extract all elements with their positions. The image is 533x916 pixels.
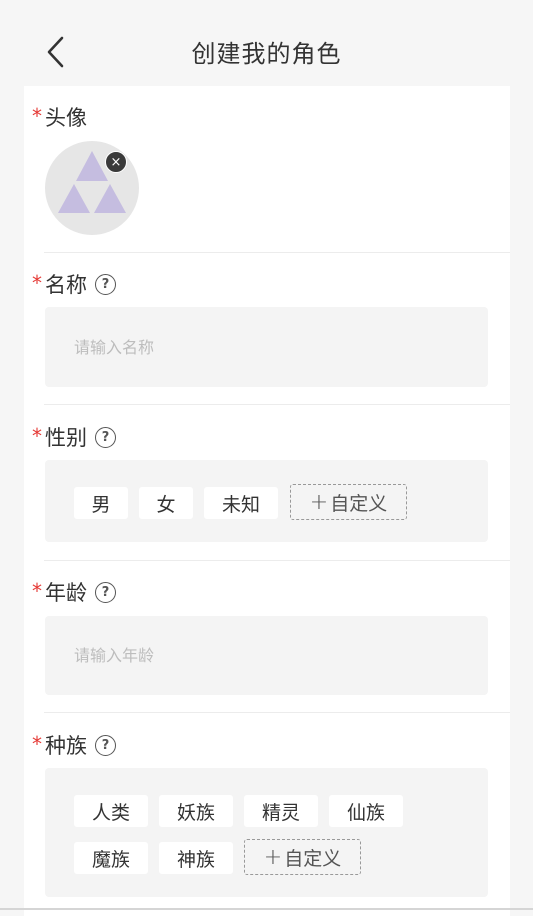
help-icon[interactable]: ? — [95, 581, 116, 603]
gender-option-unknown[interactable]: 未知 — [204, 487, 278, 519]
race-section: * 种族 ? 人类 妖族 精灵 仙族 魔族 神族 + 自定义 — [24, 713, 510, 913]
race-label-text: 种族 — [45, 734, 87, 758]
help-icon[interactable]: ? — [95, 273, 116, 295]
age-label: * 年龄 ? — [32, 578, 116, 606]
plus-icon: + — [263, 844, 283, 870]
race-option-elf[interactable]: 精灵 — [244, 795, 318, 827]
gender-options: 男 女 未知 + 自定义 — [45, 460, 488, 542]
required-mark: * — [32, 732, 42, 756]
required-mark: * — [32, 271, 42, 295]
plus-icon: + — [309, 489, 329, 515]
help-icon[interactable]: ? — [95, 426, 116, 448]
gender-option-female[interactable]: 女 — [139, 487, 193, 519]
name-label-text: 名称 — [45, 273, 87, 297]
name-label: * 名称 ? — [32, 270, 116, 298]
required-mark: * — [32, 104, 42, 128]
required-mark: * — [32, 579, 42, 603]
form-card: * 头像 × * 名称 ? * 性别 ? — [24, 86, 510, 916]
name-section: * 名称 ? — [24, 253, 510, 404]
race-option-demon-clan[interactable]: 妖族 — [159, 795, 233, 827]
gender-label-text: 性别 — [45, 426, 87, 450]
gender-section: * 性别 ? 男 女 未知 + 自定义 — [24, 405, 510, 560]
avatar-label: * 头像 — [32, 103, 87, 131]
custom-label: 自定义 — [284, 847, 342, 870]
header-bar: 创建我的角色 — [0, 0, 533, 84]
race-options: 人类 妖族 精灵 仙族 魔族 神族 + 自定义 — [45, 768, 488, 897]
page-title: 创建我的角色 — [191, 40, 342, 68]
age-input[interactable] — [45, 616, 488, 695]
name-input[interactable] — [45, 307, 488, 387]
close-icon: × — [110, 154, 122, 170]
race-option-immortal[interactable]: 仙族 — [329, 795, 403, 827]
custom-label: 自定义 — [330, 492, 388, 515]
race-option-human[interactable]: 人类 — [74, 795, 148, 827]
avatar-remove-button[interactable]: × — [105, 151, 127, 173]
avatar-label-text: 头像 — [45, 106, 87, 130]
age-section: * 年龄 ? — [24, 561, 510, 712]
gender-option-male[interactable]: 男 — [74, 487, 128, 519]
race-label: * 种族 ? — [32, 731, 116, 759]
race-option-devil[interactable]: 魔族 — [74, 842, 148, 874]
race-option-god[interactable]: 神族 — [159, 842, 233, 874]
avatar-section: * 头像 × — [24, 86, 510, 252]
race-add-custom-button[interactable]: + 自定义 — [244, 839, 361, 875]
required-mark: * — [32, 424, 42, 448]
age-label-text: 年龄 — [45, 581, 87, 605]
gender-label: * 性别 ? — [32, 423, 116, 451]
avatar[interactable]: × — [45, 141, 139, 235]
help-icon[interactable]: ? — [95, 734, 116, 756]
gender-add-custom-button[interactable]: + 自定义 — [290, 484, 407, 520]
